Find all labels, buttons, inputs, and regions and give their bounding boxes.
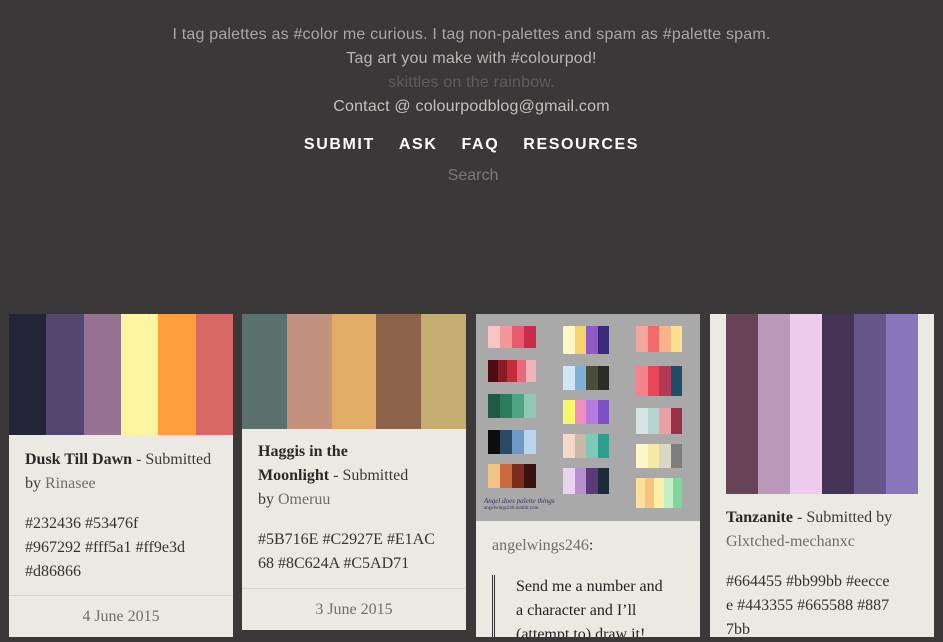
hex-line: 7bb (726, 621, 750, 638)
swatch (242, 314, 287, 429)
hex-codes: #664455 #bb99bb #eecce e #443355 #665588… (726, 570, 931, 642)
palette-strip (636, 478, 683, 508)
palette-strip (563, 326, 609, 354)
post-title-cont[interactable]: Moonlight (258, 467, 329, 484)
palette-swatches[interactable] (726, 314, 918, 494)
image-caption-url: angelwings246.tumblr.com (484, 506, 539, 511)
hex-line: #d86866 (25, 563, 81, 580)
submitted-text: - Submitted by (792, 509, 893, 526)
nav-faq[interactable]: FAQ (462, 136, 500, 153)
swatch (195, 314, 233, 435)
swatch (726, 314, 758, 494)
by-text: by (258, 491, 278, 508)
post-date[interactable]: 4 June 2015 (9, 595, 233, 638)
hex-codes: #5B716E #C2927E #E1AC 68 #8C624A #C5AD71 (258, 528, 463, 576)
hex-line: #232436 #53476f (25, 515, 139, 532)
hex-line: #967292 #fff5a1 #ff9e3d (25, 539, 185, 556)
colon: : (588, 537, 594, 554)
swatch (822, 314, 854, 494)
swatch (158, 314, 196, 435)
palette-strip (563, 366, 609, 390)
hex-line: 68 #8C624A #C5AD71 (258, 555, 410, 572)
hex-line: #664455 #bb99bb #eecce (726, 573, 890, 590)
post-title[interactable]: Haggis in the (258, 443, 348, 460)
hex-line: #5B716E #C2927E #E1AC (258, 531, 435, 548)
hex-line: e #443355 #665588 #887 (726, 597, 890, 614)
swatch (331, 314, 377, 429)
author-link[interactable]: angelwings246 (492, 537, 589, 554)
swatch (376, 314, 422, 429)
author-link[interactable]: Rinasee (45, 475, 96, 492)
blockquote: Send me a number and a character and I’l… (492, 575, 716, 637)
hex-codes: #232436 #53476f #967292 #fff5a1 #ff9e3d … (25, 512, 230, 584)
palette-strip (636, 326, 682, 352)
quote-line: (attempt to) draw it! (516, 626, 646, 637)
palette-strip (636, 366, 682, 396)
description-line-2: Tag art you make with #colourpod! (346, 50, 597, 67)
swatch (790, 314, 822, 494)
nav-resources[interactable]: RESOURCES (523, 136, 639, 153)
swatch (421, 314, 466, 429)
palette-strip (563, 468, 609, 494)
quote-line: a character and I’ll (516, 602, 637, 619)
description-line-1: I tag palettes as #color me curious. I t… (172, 26, 771, 43)
author-link[interactable]: Glxtched-mechanxc (726, 533, 855, 550)
description-line-3: skittles on the rainbow. (388, 74, 555, 91)
swatch (286, 314, 332, 429)
nav-ask[interactable]: ASK (399, 136, 438, 153)
author-link[interactable]: Omeruu (278, 491, 330, 508)
swatch (83, 314, 121, 435)
palette-strip (488, 464, 536, 488)
quote-line: Send me a number and (516, 578, 663, 595)
palette-strip (636, 444, 682, 468)
palette-strip (636, 408, 682, 434)
post-dusk-till-dawn: Dusk Till Dawn - Submitted by Rinasee #2… (9, 314, 233, 637)
post-tanzanite: Tanzanite - Submitted by Glxtched-mechan… (710, 314, 934, 638)
swatch (46, 314, 84, 435)
palette-strip (488, 360, 536, 382)
post-haggis-in-the-moonlight: Haggis in the Moonlight - Submitted by O… (242, 314, 466, 630)
swatch (886, 314, 918, 494)
palette-strip (563, 400, 609, 424)
palette-sheet-image[interactable]: Angel does palette things angelwings246.… (476, 314, 700, 521)
image-caption: Angel does palette things (484, 497, 555, 505)
post-title[interactable]: Dusk Till Dawn (25, 451, 132, 468)
swatch (9, 314, 47, 435)
submitted-text: - Submitted (329, 467, 409, 484)
post-date[interactable]: 3 June 2015 (242, 588, 466, 631)
main-nav: SUBMIT ASK FAQ RESOURCES (0, 136, 943, 154)
swatch (854, 314, 886, 494)
palette-swatches[interactable] (9, 314, 233, 435)
palette-strip (488, 430, 536, 454)
palette-strip (563, 434, 609, 458)
palette-strip (488, 326, 536, 348)
contact-line: Contact @ colourpodblog@gmail.com (333, 98, 610, 115)
swatch (120, 314, 159, 435)
palette-swatches[interactable] (242, 314, 466, 429)
post-angelwings246: Angel does palette things angelwings246.… (476, 314, 700, 637)
swatch (758, 314, 790, 494)
nav-submit[interactable]: SUBMIT (304, 136, 375, 153)
post-title[interactable]: Tanzanite (726, 509, 793, 526)
palette-strip (488, 394, 536, 418)
search-input[interactable] (371, 164, 575, 188)
